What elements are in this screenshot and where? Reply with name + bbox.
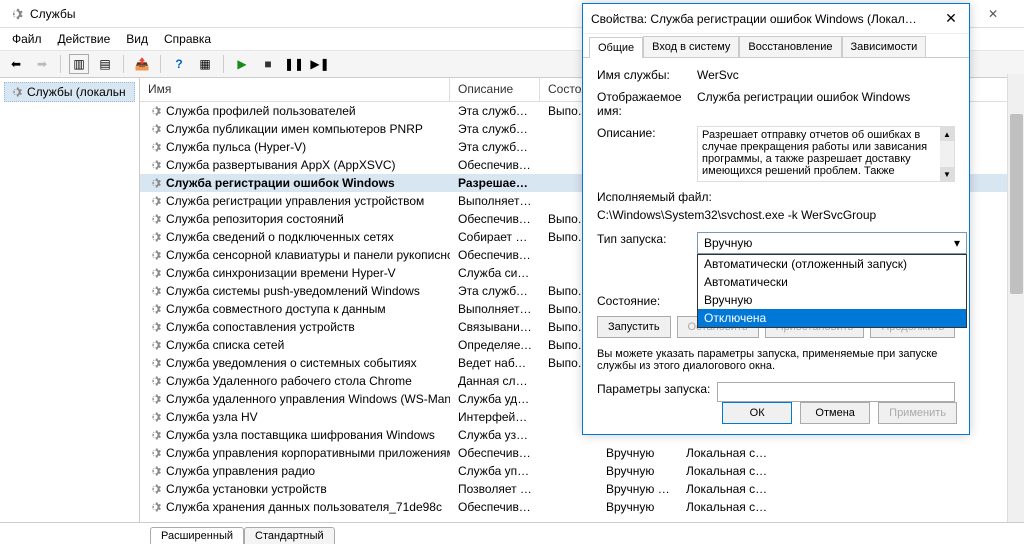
service-row[interactable]: Служба управления корпоративными приложе… [140,444,1024,462]
service-icon [148,194,162,208]
close-button[interactable]: ✕ [970,0,1016,28]
start-icon[interactable]: ▶ [232,54,252,74]
props-button[interactable]: ▦ [195,54,215,74]
exe-label: Исполняемый файл: [597,190,955,204]
svc-name-label: Имя службы: [597,68,697,82]
dialog-title: Свойства: Служба регистрации ошибок Wind… [591,12,921,26]
service-icon [148,302,162,316]
chevron-down-icon: ▾ [954,236,960,250]
tab-logon[interactable]: Вход в систему [643,36,739,57]
back-button[interactable]: ⬅ [6,54,26,74]
params-hint: Вы можете указать параметры запуска, при… [597,348,955,372]
dialog-close-button[interactable]: ✕ [941,10,961,27]
start-button[interactable]: Запустить [597,316,671,338]
help-button[interactable]: ? [169,54,189,74]
col-desc[interactable]: Описание [450,78,540,101]
service-icon [148,212,162,226]
service-icon [148,428,162,442]
col-name[interactable]: Имя [140,78,450,101]
desc-scrollbar[interactable]: ▲▼ [940,127,954,181]
startup-option[interactable]: Отключена [698,309,966,327]
apply-button: Применить [878,402,957,424]
service-icon [148,266,162,280]
startup-option[interactable]: Автоматически (отложенный запуск) [698,255,966,273]
tab-general[interactable]: Общие [589,37,643,58]
restart-icon[interactable]: ▶❚ [310,54,330,74]
params-input[interactable] [717,382,955,402]
params-label: Параметры запуска: [597,382,717,402]
tab-recovery[interactable]: Восстановление [739,36,841,57]
properties-dialog: Свойства: Служба регистрации ошибок Wind… [582,3,970,435]
service-icon [148,482,162,496]
service-icon [148,392,162,406]
service-icon [148,410,162,424]
desc-label: Описание: [597,126,697,182]
service-icon [148,338,162,352]
service-row[interactable]: Служба установки устройств Позволяет ко.… [140,480,1024,498]
bottom-tabs: Расширенный Стандартный [0,522,1024,544]
menu-action[interactable]: Действие [50,30,119,48]
window-title: Службы [30,7,75,21]
tab-standard[interactable]: Стандартный [244,527,335,544]
desc-value: Разрешает отправку отчетов об ошибках в … [697,126,955,182]
service-icon [148,500,162,514]
tree-pane: Службы (локальн [0,78,140,522]
disp-name-value: Служба регистрации ошибок Windows [697,90,955,118]
app-icon [8,6,24,22]
service-icon [148,374,162,388]
service-icon [148,140,162,154]
service-icon [148,230,162,244]
cancel-button[interactable]: Отмена [800,402,870,424]
startup-label: Тип запуска: [597,232,697,254]
service-icon [148,356,162,370]
dialog-titlebar: Свойства: Служба регистрации ошибок Wind… [583,4,969,34]
filter-button[interactable]: ▤ [95,54,115,74]
service-icon [148,158,162,172]
dialog-tabs: Общие Вход в систему Восстановление Зави… [583,34,969,58]
service-icon [148,248,162,262]
startup-option[interactable]: Автоматически [698,273,966,291]
menu-file[interactable]: Файл [4,30,50,48]
svc-name-value: WerSvc [697,68,955,82]
state-label: Состояние: [597,294,697,308]
tree-node-services[interactable]: Службы (локальн [4,82,135,102]
service-row[interactable]: Служба хранения данных пользователя_71de… [140,498,1024,516]
startup-type-select[interactable]: Вручную▾ [697,232,967,254]
service-icon [148,284,162,298]
service-icon [148,104,162,118]
service-icon [148,446,162,460]
service-row[interactable]: Служба управления радио Служба упра... В… [140,462,1024,480]
service-icon [148,176,162,190]
service-icon [148,464,162,478]
menu-view[interactable]: Вид [118,30,156,48]
service-icon [148,320,162,334]
view-button[interactable]: ▥ [69,54,89,74]
stop-icon[interactable]: ■ [258,54,278,74]
startup-dropdown: Автоматически (отложенный запуск)Автомат… [697,254,967,328]
disp-name-label: Отображаемое имя: [597,90,697,118]
service-icon [148,122,162,136]
export-button[interactable]: 📤 [132,54,152,74]
vertical-scrollbar[interactable] [1007,74,1024,522]
ok-button[interactable]: ОК [722,402,792,424]
startup-option[interactable]: Вручную [698,291,966,309]
tab-dependencies[interactable]: Зависимости [842,36,927,57]
menu-help[interactable]: Справка [156,30,219,48]
exe-value: C:\Windows\System32\svchost.exe -k WerSv… [597,208,955,222]
tab-extended[interactable]: Расширенный [150,527,244,544]
pause-icon[interactable]: ❚❚ [284,54,304,74]
forward-button[interactable]: ➡ [32,54,52,74]
